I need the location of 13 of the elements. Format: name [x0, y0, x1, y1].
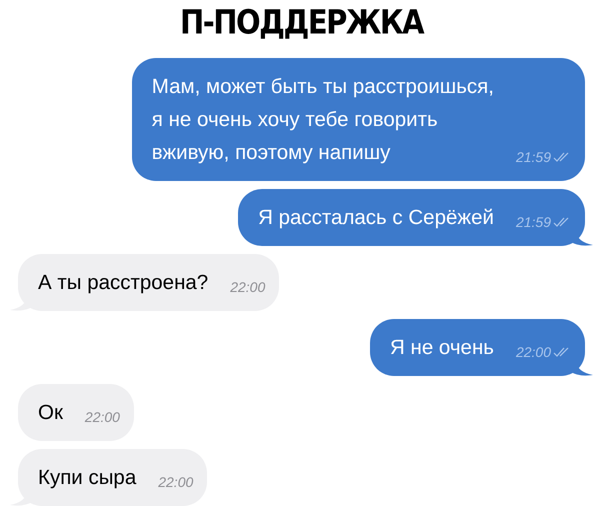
message-text: Я рассталась с Серёжей	[258, 205, 494, 231]
message-time: 22:00	[84, 409, 120, 425]
page-title: П-ПОДДЕРЖКА	[180, 1, 424, 43]
message-text: А ты расстроена?	[38, 270, 208, 296]
message-time: 21:59	[516, 149, 551, 165]
message-time: 22:00	[230, 279, 266, 295]
message-time: 22:00	[158, 474, 194, 490]
message-text: Мам, может быть ты расстроишься, я не очень хочу тебе говорить вживую, поэтому напишу	[152, 74, 494, 166]
message-text: Купи сыра	[38, 465, 136, 491]
message-text: Ок	[38, 400, 63, 426]
message-text: Я не очень	[390, 335, 494, 361]
message-time: 21:59	[516, 214, 551, 230]
message-time: 22:00	[516, 344, 551, 360]
